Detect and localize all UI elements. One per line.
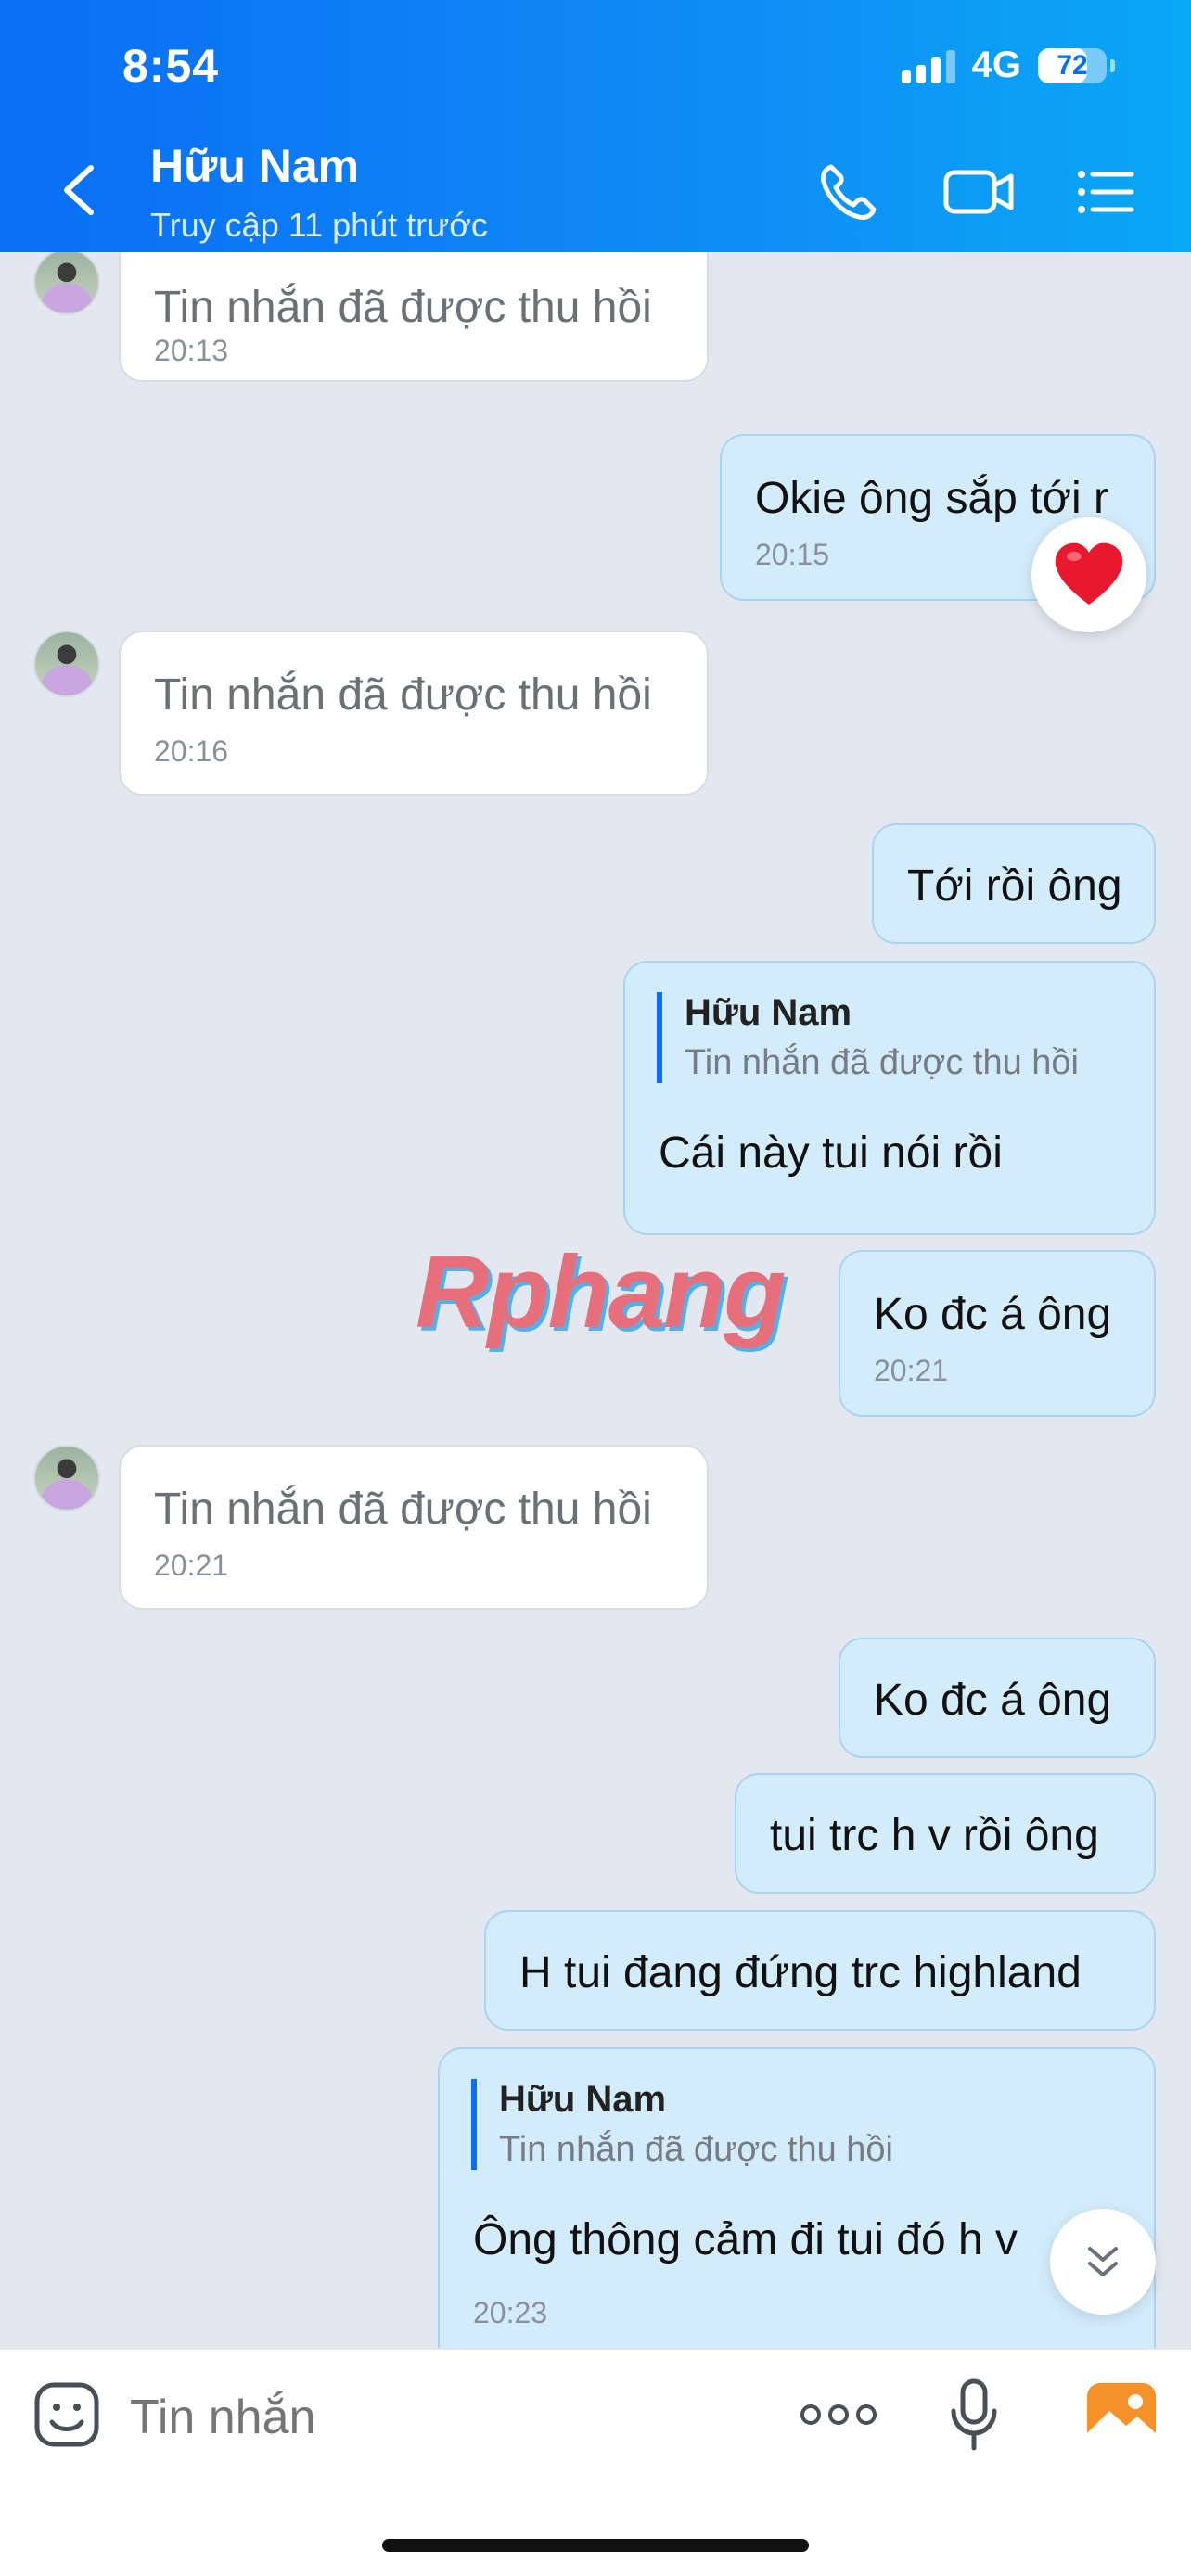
- message-time: 20:16: [154, 734, 229, 768]
- message-time: 20:21: [154, 1549, 229, 1582]
- avatar[interactable]: [33, 252, 100, 315]
- contact-last-seen: Truy cập 11 phút trước: [150, 206, 488, 244]
- double-chevron-down-icon: [1088, 2247, 1118, 2276]
- chat-screen: 8:54 4G 72 Hữu Nam Truy cập 11 phút trướ…: [0, 0, 1191, 2576]
- battery-icon: 72: [1038, 47, 1107, 83]
- message-input[interactable]: [130, 2385, 686, 2450]
- chevron-left-icon[interactable]: [56, 162, 102, 218]
- reply-quote[interactable]: Hữu Nam Tin nhắn đã được thu hồi: [657, 992, 1079, 1083]
- message-text: tui trc h v rồi ông: [770, 1811, 1099, 1860]
- more-options-icon[interactable]: [800, 2394, 877, 2435]
- message-time: 20:23: [473, 2296, 548, 2329]
- battery-level: 72: [1057, 49, 1088, 81]
- message-bubble-incoming[interactable]: Tin nhắn đã được thu hồi 20:16: [119, 631, 709, 796]
- message-bubble-outgoing[interactable]: H tui đang đứng trc highland: [484, 1910, 1156, 2031]
- contact-name[interactable]: Hữu Nam: [150, 139, 359, 193]
- message-bubble-outgoing[interactable]: tui trc h v rồi ông: [735, 1773, 1156, 1894]
- message-text: Tin nhắn đã được thu hồi: [154, 283, 652, 332]
- reply-quote[interactable]: Hữu Nam Tin nhắn đã được thu hồi: [471, 2079, 893, 2170]
- gallery-image-icon[interactable]: [1085, 2381, 1158, 2446]
- message-bubble-outgoing[interactable]: Ko đc á ông 20:21: [839, 1250, 1156, 1417]
- message-text: Okie ông sắp tới r: [755, 474, 1108, 523]
- quote-author: Hữu Nam: [685, 992, 852, 1033]
- message-text: H tui đang đứng trc highland: [519, 1948, 1082, 1997]
- message-bubble-outgoing-reply[interactable]: Hữu Nam Tin nhắn đã được thu hồi Ông thô…: [438, 2047, 1156, 2348]
- avatar[interactable]: [33, 631, 100, 697]
- quote-author: Hữu Nam: [499, 2079, 667, 2120]
- chat-header: 8:54 4G 72 Hữu Nam Truy cập 11 phút trướ…: [0, 0, 1191, 252]
- message-text: Ko đc á ông: [874, 1290, 1112, 1339]
- message-bubble-incoming[interactable]: Tin nhắn đã được thu hồi 20:13: [119, 252, 709, 382]
- message-text: Tin nhắn đã được thu hồi: [154, 670, 652, 720]
- microphone-icon[interactable]: [948, 2378, 1000, 2452]
- scroll-to-bottom-button[interactable]: [1050, 2209, 1156, 2315]
- message-time: 20:21: [874, 1354, 949, 1387]
- message-text: Cái này tui nói rồi: [659, 1129, 1003, 1178]
- message-time: 20:13: [154, 334, 229, 367]
- home-indicator: [382, 2539, 809, 2552]
- message-bubble-outgoing-reply[interactable]: Hữu Nam Tin nhắn đã được thu hồi Cái này…: [623, 961, 1156, 1235]
- cellular-signal-icon: [901, 48, 955, 83]
- message-text: Tới rồi ông: [907, 861, 1122, 911]
- quote-text: Tin nhắn đã được thu hồi: [499, 2130, 893, 2169]
- status-indicators: 4G 72: [901, 45, 1115, 86]
- message-text: Ông thông cảm đi tui đó h v: [473, 2215, 1018, 2264]
- video-camera-icon[interactable]: [942, 159, 1014, 224]
- message-text: Tin nhắn đã được thu hồi: [154, 1485, 652, 1534]
- message-bubble-outgoing[interactable]: Tới rồi ông: [872, 823, 1156, 944]
- network-type: 4G: [971, 45, 1021, 85]
- menu-list-icon[interactable]: [1074, 159, 1139, 224]
- message-text: Ko đc á ông: [874, 1676, 1112, 1725]
- battery-tip: [1110, 58, 1115, 72]
- message-list[interactable]: Tin nhắn đã được thu hồi 20:13 Okie ông …: [0, 252, 1191, 2348]
- message-bubble-outgoing[interactable]: Ko đc á ông: [839, 1638, 1156, 1758]
- status-time: 8:54: [122, 40, 220, 92]
- message-time: 20:15: [755, 538, 830, 571]
- watermark-logo: Rphang: [416, 1235, 786, 1349]
- message-bubble-incoming[interactable]: Tin nhắn đã được thu hồi 20:21: [119, 1445, 709, 1610]
- quote-text: Tin nhắn đã được thu hồi: [685, 1043, 1079, 1082]
- phone-icon[interactable]: [816, 159, 881, 224]
- heart-reaction-icon[interactable]: [1031, 517, 1146, 632]
- sticker-emoji-icon[interactable]: [33, 2381, 100, 2448]
- avatar[interactable]: [33, 1445, 100, 1511]
- message-composer: [0, 2348, 1191, 2576]
